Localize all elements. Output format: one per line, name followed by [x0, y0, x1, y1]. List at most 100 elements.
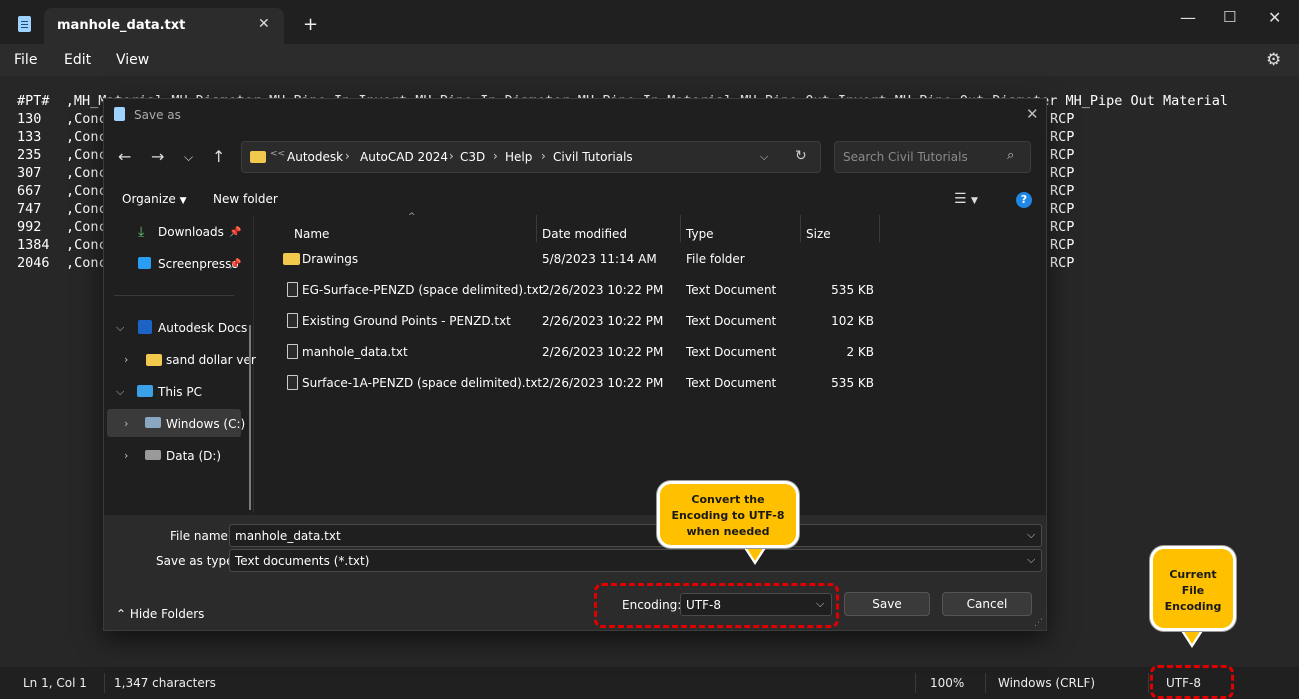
dialog-bottom-panel: File name: manhole_data.txt ⌵ Save as ty… [104, 515, 1046, 630]
breadcrumb-c3d[interactable]: C3D [460, 150, 485, 164]
resize-grip-icon[interactable]: ⋰ [1034, 618, 1043, 628]
text-document-icon [287, 375, 298, 390]
column-header-name[interactable]: Name [294, 227, 329, 241]
editor-line-material: ,Conc [66, 165, 107, 181]
nav-scrollbar[interactable] [249, 325, 251, 510]
menu-file[interactable]: File [14, 52, 37, 68]
line-ending[interactable]: Windows (CRLF) [998, 676, 1095, 690]
folder-icon [250, 151, 266, 163]
up-arrow-icon[interactable]: ↑ [212, 147, 225, 166]
editor-line: 235 [17, 147, 42, 163]
forward-arrow-icon[interactable]: → [151, 147, 164, 166]
collapse-chevron-icon[interactable]: › [124, 353, 128, 366]
editor-line-material: ,Conc [66, 111, 107, 127]
column-separator[interactable] [536, 215, 537, 242]
breadcrumb-chevron-icon[interactable]: › [541, 149, 546, 163]
zoom-level[interactable]: 100% [930, 676, 964, 690]
minimize-icon[interactable]: — [1180, 8, 1196, 27]
editor-line-pipe-material: RCP [1050, 255, 1075, 271]
nav-item-sand-dollar[interactable]: sand dollar ver [166, 353, 256, 367]
column-separator[interactable] [680, 215, 681, 242]
nav-item-screenpresso[interactable]: Screenpresso [158, 257, 239, 271]
file-name: Drawings [302, 252, 359, 266]
maximize-icon[interactable]: ☐ [1223, 8, 1236, 26]
encoding-highlight-box [594, 583, 839, 628]
nav-item-windows-c[interactable]: Windows (C:) [166, 417, 245, 431]
breadcrumb-chevron-icon[interactable]: › [449, 149, 454, 163]
file-size: 102 KB [831, 314, 874, 328]
character-count: 1,347 characters [114, 676, 216, 690]
breadcrumb-autocad[interactable]: AutoCAD 2024 [360, 150, 448, 164]
collapse-chevron-icon[interactable]: › [124, 417, 128, 430]
menu-view[interactable]: View [116, 52, 149, 68]
this-pc-icon [137, 385, 153, 397]
file-row[interactable]: Drawings 5/8/2023 11:14 AM File folder [264, 244, 1046, 275]
file-row[interactable]: EG-Surface-PENZD (space delimited).txt 2/… [264, 275, 1046, 306]
navigation-pane: ⤓ Downloads 📌 Screenpresso 📌 ⌵ Autodesk … [104, 215, 256, 513]
back-arrow-icon[interactable]: ← [118, 147, 131, 166]
view-options-icon[interactable]: ☰ ▼ [954, 191, 978, 207]
breadcrumb-help[interactable]: Help [505, 150, 532, 164]
column-header-date[interactable]: Date modified [542, 227, 627, 241]
column-header-type[interactable]: Type [686, 227, 714, 241]
status-separator [985, 673, 986, 693]
column-separator[interactable] [879, 215, 880, 242]
editor-line-pipe-material: RCP [1050, 219, 1075, 235]
settings-gear-icon[interactable]: ⚙ [1266, 50, 1281, 70]
breadcrumb-civil-tutorials[interactable]: Civil Tutorials [553, 150, 633, 164]
organize-button[interactable]: Organize ▼ [122, 192, 187, 206]
data-drive-icon [145, 450, 161, 460]
file-name-input[interactable]: manhole_data.txt ⌵ [229, 524, 1042, 547]
help-icon[interactable]: ? [1016, 192, 1032, 208]
search-input[interactable]: Search Civil Tutorials [843, 150, 968, 164]
file-name-value: manhole_data.txt [235, 529, 341, 543]
breadcrumb-autodesk[interactable]: Autodesk [287, 150, 343, 164]
cancel-button[interactable]: Cancel [942, 592, 1032, 616]
nav-item-downloads[interactable]: Downloads [158, 225, 224, 239]
file-row[interactable]: manhole_data.txt 2/26/2023 10:22 PM Text D… [264, 337, 1046, 368]
save-button[interactable]: Save [844, 592, 930, 616]
close-tab-icon[interactable]: ✕ [258, 16, 270, 32]
tab-title: manhole_data.txt [57, 18, 186, 33]
close-window-icon[interactable]: ✕ [1268, 8, 1281, 27]
column-separator[interactable] [800, 215, 801, 242]
callout-line: when needed [686, 525, 770, 538]
expand-chevron-icon[interactable]: ⌵ [116, 321, 124, 335]
nav-divider [114, 295, 234, 296]
hide-folders-button[interactable]: ⌃ Hide Folders [116, 607, 204, 621]
breadcrumb-overflow[interactable]: << [270, 149, 285, 159]
column-header-size[interactable]: Size [806, 227, 831, 241]
recent-locations-chevron-icon[interactable]: ⌵ [184, 150, 193, 165]
tab-manhole-data[interactable]: manhole_data.txt ✕ [44, 8, 284, 44]
new-folder-button[interactable]: New folder [213, 192, 278, 206]
search-icon: ⌕ [1007, 148, 1015, 163]
callout-line: Encoding to UTF-8 [671, 509, 785, 522]
menu-edit[interactable]: Edit [64, 52, 91, 68]
file-row[interactable]: Surface-1A-PENZD (space delimited).txt 2/… [264, 368, 1046, 399]
pin-icon[interactable]: 📌 [229, 259, 241, 270]
nav-item-autodesk-docs[interactable]: Autodesk Docs [158, 321, 247, 335]
save-type-select[interactable]: Text documents (*.txt) ⌵ [229, 549, 1042, 572]
address-dropdown-chevron-icon[interactable]: ⌵ [760, 150, 768, 164]
file-type: Text Document [686, 376, 777, 390]
search-box[interactable]: Search Civil Tutorials ⌕ [834, 141, 1031, 173]
refresh-icon[interactable]: ↻ [795, 148, 807, 164]
breadcrumb-chevron-icon[interactable]: › [493, 149, 498, 163]
editor-line-material: ,Conc [66, 255, 107, 271]
text-document-icon [287, 282, 298, 297]
nav-item-data-d[interactable]: Data (D:) [166, 449, 221, 463]
editor-line-material: ,Conc [66, 237, 107, 253]
dialog-close-icon[interactable]: ✕ [1026, 105, 1039, 123]
chevron-down-icon[interactable]: ⌵ [1027, 553, 1035, 567]
status-separator [104, 673, 105, 693]
address-bar[interactable]: << Autodesk › AutoCAD 2024 › C3D › Help … [241, 141, 821, 173]
nav-item-this-pc[interactable]: This PC [158, 385, 202, 399]
file-row[interactable]: Existing Ground Points - PENZD.txt 2/26/2… [264, 306, 1046, 337]
pin-icon[interactable]: 📌 [229, 227, 241, 238]
status-separator [915, 673, 916, 693]
expand-chevron-icon[interactable]: ⌵ [116, 385, 124, 399]
new-tab-button[interactable]: + [303, 14, 318, 35]
chevron-down-icon[interactable]: ⌵ [1027, 528, 1035, 542]
collapse-chevron-icon[interactable]: › [124, 449, 128, 462]
breadcrumb-chevron-icon[interactable]: › [345, 149, 350, 163]
